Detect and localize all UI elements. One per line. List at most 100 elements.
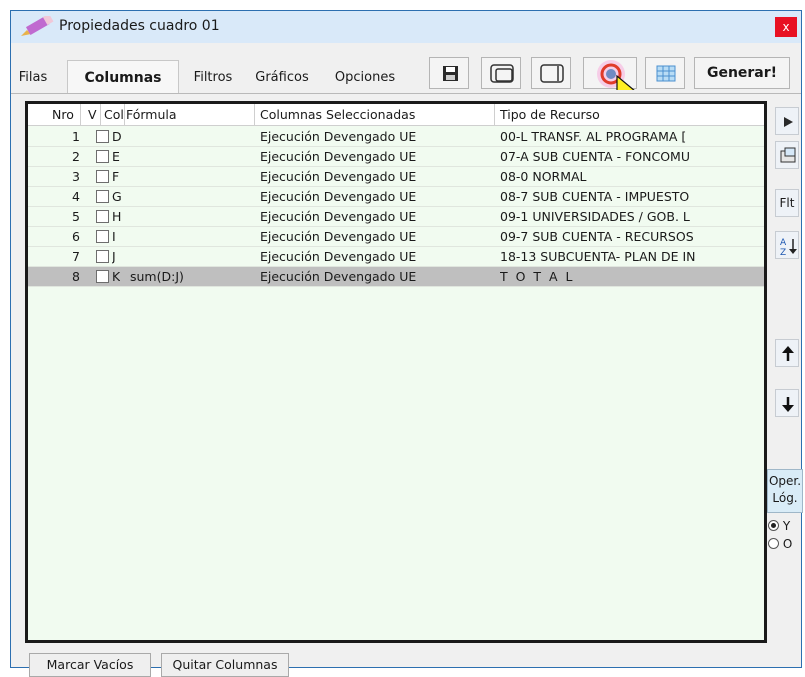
close-button[interactable]: x [775,17,797,37]
column-letter: E [112,149,120,164]
column-letter: G [112,189,122,204]
resource-type-cell: 09-7 SUB CUENTA - RECURSOS [500,229,694,244]
row-number: 3 [72,169,80,184]
grid-header: Nro V Col Fórmula Columnas Seleccionadas… [28,104,764,126]
columns-grid: Nro V Col Fórmula Columnas Seleccionadas… [25,101,767,643]
mark-empty-button[interactable]: Marcar Vacíos [29,653,151,677]
tab-filtros[interactable]: Filtros [185,63,241,93]
sort-az-icon: A Z [780,238,797,258]
play-arrow-icon [784,117,793,127]
selected-column-cell: Ejecución Devengado UE [260,249,417,264]
table-row[interactable]: 6 I Ejecución Devengado UE 09-7 SUB CUENTA … [28,227,764,247]
title-bar: Propiedades cuadro 01 x [11,11,801,43]
header-nro: Nro [52,107,74,122]
header-separator [254,104,255,126]
radio-o-row[interactable]: O [768,537,792,551]
column-letter: H [112,209,122,224]
resource-type-cell: T O T A L [500,269,575,284]
row-number: 1 [72,129,80,144]
row-number: 5 [72,209,80,224]
tab-opciones[interactable]: Opciones [325,63,405,93]
oper-label: Oper. [768,474,802,488]
radio-y-label: Y [782,519,791,533]
radio-y[interactable] [768,520,779,531]
resource-type-cell: 08-7 SUB CUENTA - IMPUESTO [500,189,690,204]
move-down-button[interactable] [775,389,799,417]
log-label: Lóg. [772,491,798,505]
selected-column-cell: Ejecución Devengado UE [260,149,417,164]
visible-checkbox[interactable] [96,170,109,183]
remove-columns-button[interactable]: Quitar Columnas [161,653,289,677]
selected-column-cell: Ejecución Devengado UE [260,169,417,184]
row-number: 4 [72,189,80,204]
header-separator [124,104,125,126]
column-letter: D [112,129,122,144]
selected-column-cell: Ejecución Devengado UE [260,229,417,244]
radio-y-row[interactable]: Y [768,519,790,533]
window-title: Propiedades cuadro 01 [59,18,220,34]
row-divider [28,286,764,287]
selected-column-cell: Ejecución Devengado UE [260,209,417,224]
tab-bar: Filas Columnas Filtros Gráficos Opciones [11,60,431,94]
generate-button[interactable]: Generar! [694,57,790,89]
selected-column-cell: Ejecución Devengado UE [260,269,417,284]
column-letter: F [112,169,120,184]
table-view-button[interactable] [645,57,685,89]
properties-window: Propiedades cuadro 01 x Filas Columnas F… [10,10,803,677]
tab-columnas[interactable]: Columnas [67,60,179,94]
floppy-icon [443,66,458,81]
split-panel-icon [540,64,564,83]
logical-operator-box: Oper. Lóg. [767,469,803,513]
visible-checkbox[interactable] [96,190,109,203]
arrow-up-icon [782,346,794,361]
properties-icon [780,147,796,163]
svg-text:Z: Z [780,248,786,258]
layout-split-button[interactable] [531,57,571,89]
table-row[interactable]: 2 E Ejecución Devengado UE 07-A SUB CUENTA … [28,147,764,167]
table-row[interactable]: 1 D Ejecución Devengado UE 00-L TRANSF. AL … [28,127,764,147]
table-row[interactable]: 4 G Ejecución Devengado UE 08-7 SUB CUENTA … [28,187,764,207]
arrow-down-icon [782,397,794,412]
chart-preview-button[interactable] [583,57,637,90]
pencil-icon [21,16,54,36]
table-row[interactable]: 7 J Ejecución Devengado UE 18-13 SUBCUENTA-… [28,247,764,267]
save-button[interactable] [429,57,469,89]
selected-column-cell: Ejecución Devengado UE [260,189,417,204]
header-separator [80,104,81,126]
visible-checkbox[interactable] [96,210,109,223]
select-column-button[interactable] [775,107,799,135]
resource-type-cell: 09-1 UNIVERSIDADES / GOB. L [500,209,690,224]
sort-button[interactable]: A Z [775,231,799,259]
filter-button[interactable]: Flt [775,189,799,217]
table-row[interactable]: 5 H Ejecución Devengado UE 09-1 UNIVERSIDAD… [28,207,764,227]
properties-button[interactable] [775,141,799,169]
visible-checkbox[interactable] [96,230,109,243]
resource-type-cell: 00-L TRANSF. AL PROGRAMA [ [500,129,687,144]
layout-tabs-button[interactable] [481,57,521,89]
resource-type-cell: 07-A SUB CUENTA - FONCOMU [500,149,690,164]
row-number: 7 [72,249,80,264]
header-resource-type: Tipo de Recurso [500,107,600,122]
visible-checkbox[interactable] [96,270,109,283]
selected-column-cell: Ejecución Devengado UE [260,129,417,144]
radio-o[interactable] [768,538,779,549]
header-col: Col [104,107,124,122]
move-up-button[interactable] [775,339,799,367]
table-grid-icon [656,65,676,82]
row-number: 6 [72,229,80,244]
table-row[interactable]: 3 F Ejecución Devengado UE 08-0 NORMAL [28,167,764,187]
tab-divider [11,93,801,94]
visible-checkbox[interactable] [96,250,109,263]
column-letter: K [112,269,121,284]
row-number: 2 [72,149,80,164]
tab-filas[interactable]: Filas [13,63,53,93]
header-v: V [88,107,97,122]
tab-graficos[interactable]: Gráficos [249,63,315,93]
header-formula: Fórmula [126,107,177,122]
formula-cell: sum(D:J) [130,269,184,284]
table-row[interactable]: 8 Ksum(D:J) Ejecución Devengado UE T O T A … [28,267,764,287]
visible-checkbox[interactable] [96,130,109,143]
resource-type-cell: 08-0 NORMAL [500,169,587,184]
highlighted-target-icon [597,60,635,90]
visible-checkbox[interactable] [96,150,109,163]
